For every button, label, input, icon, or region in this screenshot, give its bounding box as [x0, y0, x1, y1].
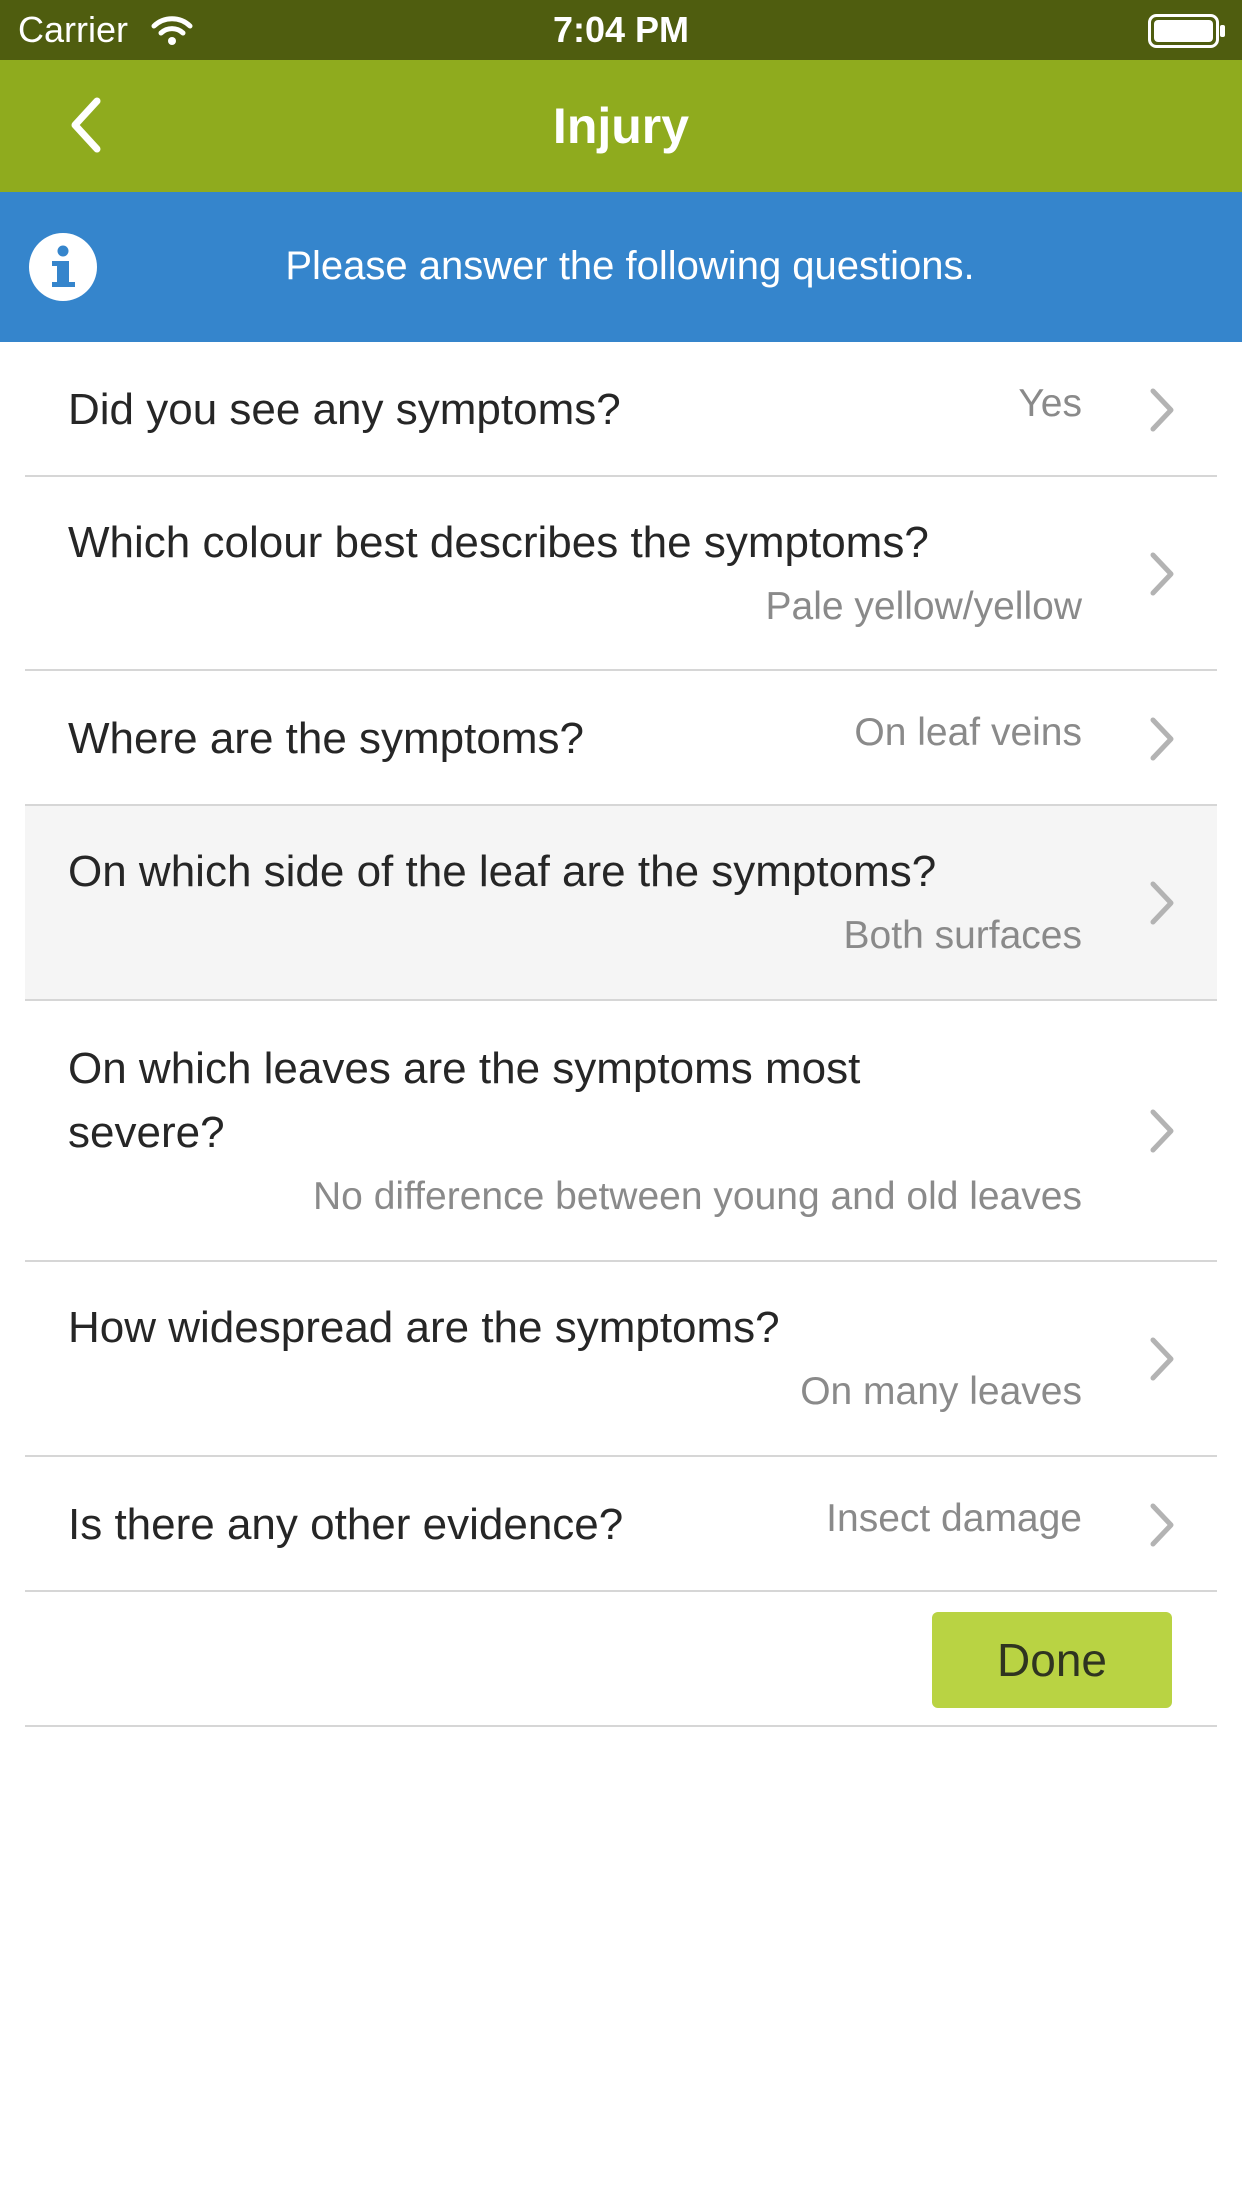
question-label: Did you see any symptoms? [68, 385, 621, 434]
question-label: On which leaves are the symptoms most se… [68, 1044, 861, 1157]
answer-value: No difference between young and old leav… [313, 1175, 1082, 1218]
answer-value: Pale yellow/yellow [765, 585, 1082, 628]
info-banner-text: Please answer the following questions. [285, 244, 975, 288]
clock: 7:04 PM [552, 9, 690, 50]
question-row-severity[interactable]: On which leaves are the symptoms most se… [25, 1001, 1217, 1262]
question-row-widespread[interactable]: How widespread are the symptoms? On many… [25, 1262, 1217, 1457]
screen: Carrier 7:04 PM Injury Please answer the… [0, 0, 1242, 2208]
question-label: How widespread are the symptoms? [68, 1303, 780, 1352]
question-row-leaf-side[interactable]: On which side of the leaf are the sympto… [25, 806, 1217, 1001]
answer-value: Yes [1018, 382, 1082, 425]
chevron-right-icon [1150, 717, 1174, 761]
question-row-location[interactable]: Where are the symptoms? On leaf veins [25, 671, 1217, 806]
page-title: Injury [552, 98, 690, 154]
navigation-bar: Injury [0, 60, 1242, 192]
chevron-right-icon [1150, 388, 1174, 432]
done-button[interactable]: Done [932, 1612, 1172, 1708]
info-banner: Please answer the following questions. [0, 192, 1242, 342]
answer-value: On many leaves [800, 1370, 1082, 1413]
chevron-right-icon [1150, 1109, 1174, 1153]
question-label: Is there any other evidence? [68, 1500, 624, 1549]
answer-value: On leaf veins [854, 711, 1082, 754]
battery-full-icon [1148, 14, 1225, 48]
answer-value: Both surfaces [843, 914, 1082, 957]
answer-value: Insect damage [826, 1497, 1082, 1540]
chevron-right-icon [1150, 1337, 1174, 1381]
question-label: Where are the symptoms? [68, 714, 584, 763]
chevron-right-icon [1150, 552, 1174, 596]
chevron-right-icon [1150, 1503, 1174, 1547]
done-row: Done [25, 1592, 1217, 1727]
question-label: Which colour best describes the symptoms… [68, 518, 929, 567]
info-icon [29, 233, 97, 301]
chevron-right-icon [1150, 881, 1174, 925]
question-row-colour[interactable]: Which colour best describes the symptoms… [25, 477, 1217, 671]
question-label: On which side of the leaf are the sympto… [68, 847, 937, 896]
status-bar: Carrier 7:04 PM [0, 0, 1242, 60]
question-row-symptoms-seen[interactable]: Did you see any symptoms? Yes [25, 342, 1217, 477]
question-row-other-evidence[interactable]: Is there any other evidence? Insect dama… [25, 1457, 1217, 1592]
